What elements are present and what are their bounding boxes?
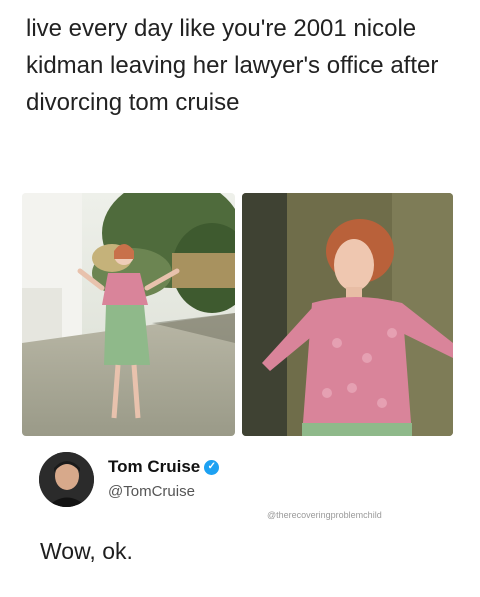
photo-closeup bbox=[242, 193, 453, 436]
tweet-author-handle[interactable]: @TomCruise bbox=[108, 483, 195, 500]
tweet-text: Wow, ok. bbox=[40, 538, 133, 564]
verified-badge-icon: ✓ bbox=[204, 459, 220, 475]
avatar[interactable] bbox=[39, 452, 94, 507]
meme-caption: live every day like you're 2001 nicole k… bbox=[26, 15, 439, 116]
tweet-author-name[interactable]: Tom Cruise ✓ bbox=[108, 457, 220, 477]
author-name-text: Tom Cruise bbox=[108, 457, 201, 476]
photo-walking bbox=[22, 193, 235, 436]
watermark: @therecoveringproblemchild bbox=[267, 510, 382, 520]
